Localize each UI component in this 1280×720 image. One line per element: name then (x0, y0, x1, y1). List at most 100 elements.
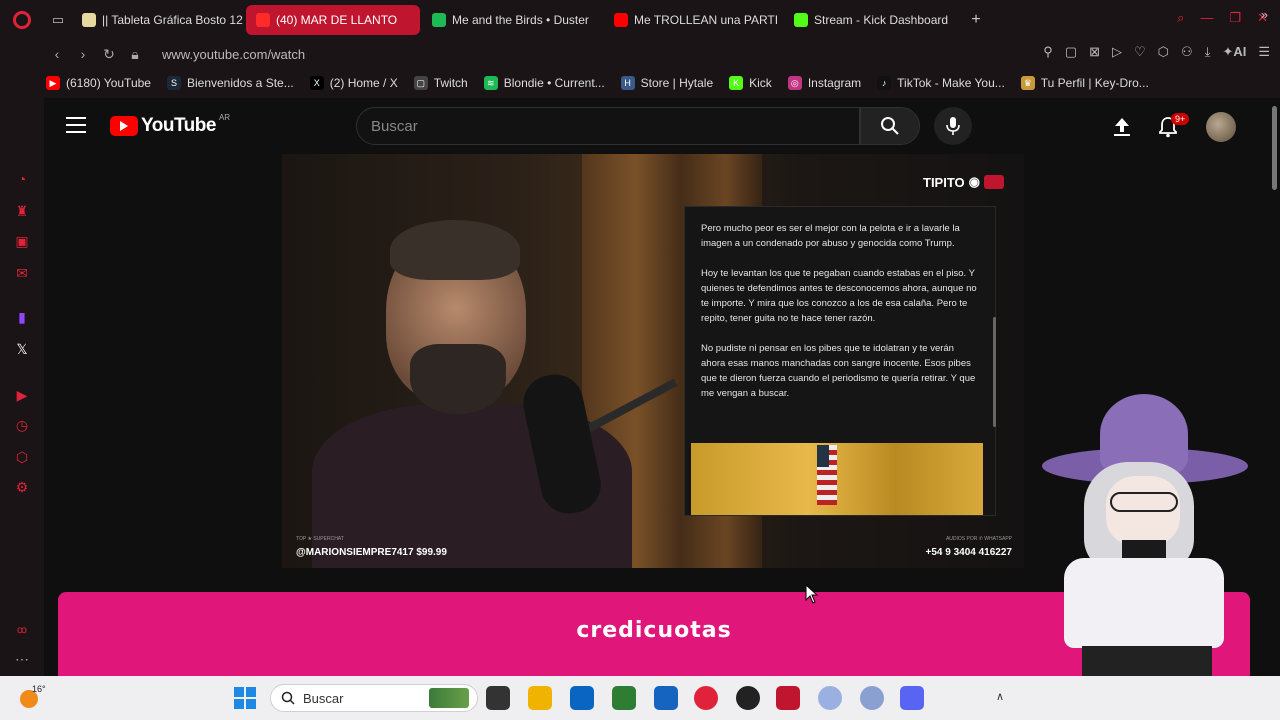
sidebar-ai-icon[interactable]: ꝏ (13, 622, 31, 640)
audios-label: AUDIOS POR ✆ WHATSAPP (945, 536, 1012, 542)
bookmark-label: Bienvenidos a Ste... (186, 76, 294, 90)
obs-icon[interactable] (736, 686, 760, 710)
url-field[interactable]: www.youtube.com/watch (162, 47, 305, 62)
discord-icon[interactable] (900, 686, 924, 710)
tab-favicon-icon (794, 13, 808, 27)
snapshot-icon[interactable]: ▢ (1065, 44, 1077, 60)
heart-icon[interactable]: ♡ (1134, 44, 1146, 60)
upload-icon[interactable] (1110, 115, 1134, 139)
aria-icon[interactable]: ◔ (13, 170, 31, 188)
page-scrollbar[interactable] (1272, 106, 1277, 190)
bookmark-favicon-icon: X (309, 76, 324, 90)
bookmark-favicon-icon: ≋ (483, 76, 498, 90)
tray-overflow-icon[interactable]: ∧ (996, 690, 1004, 703)
bookmark-item[interactable]: ▶ (6180) YouTube (46, 76, 151, 90)
bookmark-item[interactable]: S Bienvenidos a Ste... (166, 76, 294, 90)
taskbar-search-placeholder: Buscar (303, 690, 344, 706)
address-bar: ‹ › ↻ 🔒︎ www.youtube.com/watch ⚲ ▢ ⊠ ▷ ♡… (0, 40, 1280, 68)
aria-ai-button[interactable]: ✦AI (1222, 44, 1246, 60)
vtuber-avatar-overlay (1036, 390, 1256, 690)
browser-tab[interactable]: || Tableta Gráfica Bosto 12 (72, 5, 244, 35)
video-player[interactable]: TIPITO ◉ Pero mucho peor es ser el mejor… (282, 154, 1024, 568)
new-tab-button[interactable]: + (964, 9, 988, 31)
bookmark-label: Tu Perfil | Key-Dro... (1040, 76, 1149, 90)
messenger-icon[interactable]: ▣ (13, 232, 31, 250)
bookmark-label: Kick (749, 76, 772, 90)
twitch-icon[interactable]: ▮ (13, 308, 31, 326)
tab-favicon-icon (432, 13, 446, 27)
tab-label: (40) MAR DE LLANTO (276, 13, 398, 27)
watermark-logo-icon: ◉ (968, 174, 980, 189)
voice-search-button[interactable] (934, 107, 972, 145)
menu-icon[interactable] (66, 117, 86, 133)
browser-tab[interactable]: Me TROLLEAN una PARTI (604, 5, 782, 35)
bookmark-item[interactable]: ◎ Instagram (787, 76, 861, 90)
tweet-paragraph-3: No pudiste ni pensar en los pibes que te… (701, 343, 976, 399)
bookmark-item[interactable]: ♛ Tu Perfil | Key-Dro... (1020, 76, 1149, 90)
tiktok-live-icon[interactable] (776, 686, 800, 710)
bookmarks-more-icon[interactable]: » (1261, 7, 1268, 22)
opera-menu-button[interactable] (0, 0, 44, 40)
store-icon[interactable] (570, 686, 594, 710)
browser-tab[interactable]: Stream - Kick Dashboard (784, 5, 956, 35)
bookmark-item[interactable]: ♪ TikTok - Make You... (877, 76, 1005, 90)
bookmark-favicon-icon: H (620, 76, 635, 90)
task-view-icon[interactable] (486, 686, 510, 710)
bookmark-favicon-icon: ▢ (413, 76, 428, 90)
vtuber-app-icon[interactable] (818, 686, 842, 710)
reload-button[interactable]: ↻ (96, 46, 122, 63)
weather-widget[interactable]: 16° (20, 684, 46, 708)
forward-button[interactable]: › (70, 46, 96, 62)
bookmark-item[interactable]: H Store | Hytale (620, 76, 713, 90)
search-button[interactable] (860, 107, 920, 145)
pin-icon[interactable]: ⚲ (1043, 44, 1053, 60)
bookmarks-bar: ▶ (6180) YouTube S Bienvenidos a Ste... X (2)… (0, 68, 1280, 98)
x-icon[interactable]: 𝕏 (13, 340, 31, 358)
tweet-scrollbar (993, 317, 996, 427)
tab-label: Stream - Kick Dashboard (814, 13, 949, 27)
tab-label: || Tableta Gráfica Bosto 12 (102, 13, 243, 27)
account-avatar[interactable] (1206, 112, 1236, 142)
channel-watermark: TIPITO ◉ (923, 174, 1004, 190)
crypto-wallet-icon[interactable]: ♜ (13, 202, 31, 220)
extensions-icon[interactable]: ⬡ (1158, 44, 1169, 60)
search-input[interactable] (357, 108, 859, 144)
top-superchat-label: TOP ★ SUPERCHAT (296, 536, 344, 542)
sidebar-more-icon[interactable]: ⋯ (13, 650, 31, 668)
bookmark-item[interactable]: ≋ Blondie • Current... (483, 76, 605, 90)
tab-tools-icon[interactable]: ▭ (44, 12, 72, 28)
tab-favicon-icon (614, 13, 628, 27)
taskbar-search[interactable]: Buscar (270, 684, 478, 712)
opera-taskbar-icon[interactable] (694, 686, 718, 710)
bookmark-item[interactable]: X (2) Home / X (309, 76, 398, 90)
editor-icon[interactable] (654, 686, 678, 710)
file-explorer-icon[interactable] (528, 686, 552, 710)
bookmark-item[interactable]: ▢ Twitch (413, 76, 468, 90)
settings-icon[interactable]: ⚙ (13, 478, 31, 496)
youtube-logo[interactable]: YouTube AR (110, 113, 230, 137)
player-sidebar-icon[interactable]: ▶ (13, 386, 31, 404)
search-tabs-icon[interactable]: ⌕ (1177, 10, 1184, 26)
download-icon[interactable]: ⤓ (1205, 44, 1211, 60)
minecraft-icon[interactable] (612, 686, 636, 710)
minimize-button[interactable]: — (1200, 10, 1213, 26)
maximize-button[interactable]: ❐ (1229, 10, 1241, 26)
bookmark-favicon-icon: S (166, 76, 181, 90)
bookmark-label: (6180) YouTube (66, 76, 151, 90)
tab-favicon-icon (256, 13, 270, 27)
windows-start-button[interactable] (234, 687, 256, 709)
back-button[interactable]: ‹ (44, 46, 70, 62)
player-icon[interactable]: ▷ (1112, 44, 1122, 60)
extensions-sidebar-icon[interactable]: ⬡ (13, 448, 31, 466)
easy-setup-icon[interactable]: ☰ (1258, 44, 1270, 60)
bookmark-item[interactable]: K Kick (729, 76, 772, 90)
adblock-icon[interactable]: ⊠ (1089, 44, 1100, 60)
tab-label: Me and the Birds • Duster (452, 13, 589, 27)
search-highlight-icon (429, 688, 469, 708)
profile-icon[interactable]: ⚇ (1181, 44, 1193, 60)
history-icon[interactable]: ◷ (13, 416, 31, 434)
mail-icon[interactable]: ✉ (13, 264, 31, 282)
browser-tab[interactable]: (40) MAR DE LLANTO (246, 5, 420, 35)
browser-tab[interactable]: Me and the Birds • Duster (422, 5, 602, 35)
vtuber-app-2-icon[interactable] (860, 686, 884, 710)
